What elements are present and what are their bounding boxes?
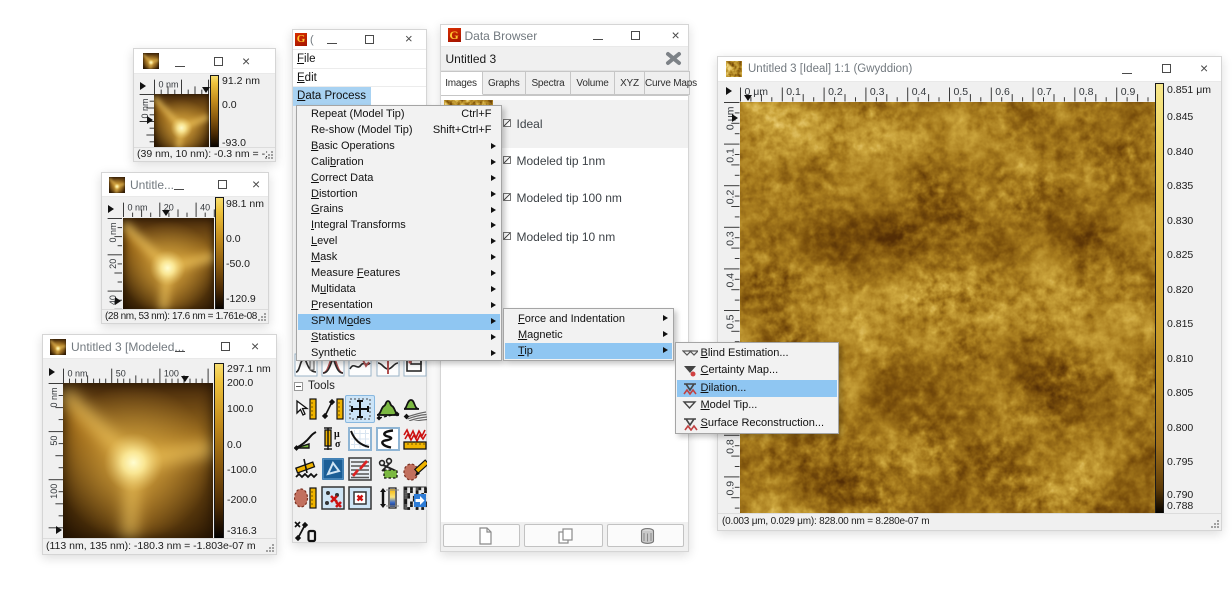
svg-text:0.1: 0.1 (725, 147, 737, 162)
svg-text:0.7: 0.7 (1037, 86, 1052, 98)
svg-text:40: 40 (200, 203, 210, 213)
svg-text:20: 20 (108, 258, 118, 268)
svg-text:0.8: 0.8 (1078, 86, 1093, 98)
svg-text:0.5: 0.5 (953, 86, 968, 98)
svg-text:0.9: 0.9 (1120, 86, 1135, 98)
svg-text:0.2: 0.2 (725, 189, 737, 204)
svg-text:σ: σ (335, 439, 341, 450)
svg-text:0 nm: 0 nm (127, 203, 147, 213)
svg-text:50: 50 (49, 436, 59, 446)
svg-text:0.3: 0.3 (869, 86, 884, 98)
svg-text:0.9: 0.9 (725, 480, 737, 495)
svg-text:0.8: 0.8 (725, 439, 737, 454)
svg-text:0 nm: 0 nm (68, 369, 88, 379)
svg-text:0 nm: 0 nm (108, 222, 118, 242)
svg-text:0.6: 0.6 (995, 86, 1010, 98)
svg-text:0.4: 0.4 (725, 272, 737, 287)
svg-text:100: 100 (49, 484, 59, 499)
svg-text:50: 50 (116, 369, 126, 379)
svg-text:0.3: 0.3 (725, 231, 737, 246)
svg-text:0.2: 0.2 (828, 86, 843, 98)
svg-text:0 nm: 0 nm (49, 388, 59, 408)
svg-text:100: 100 (164, 369, 179, 379)
svg-text:0.1: 0.1 (786, 86, 801, 98)
svg-text:0.5: 0.5 (725, 314, 737, 329)
svg-text:0.4: 0.4 (911, 86, 926, 98)
svg-text:0 nm: 0 nm (159, 80, 179, 90)
